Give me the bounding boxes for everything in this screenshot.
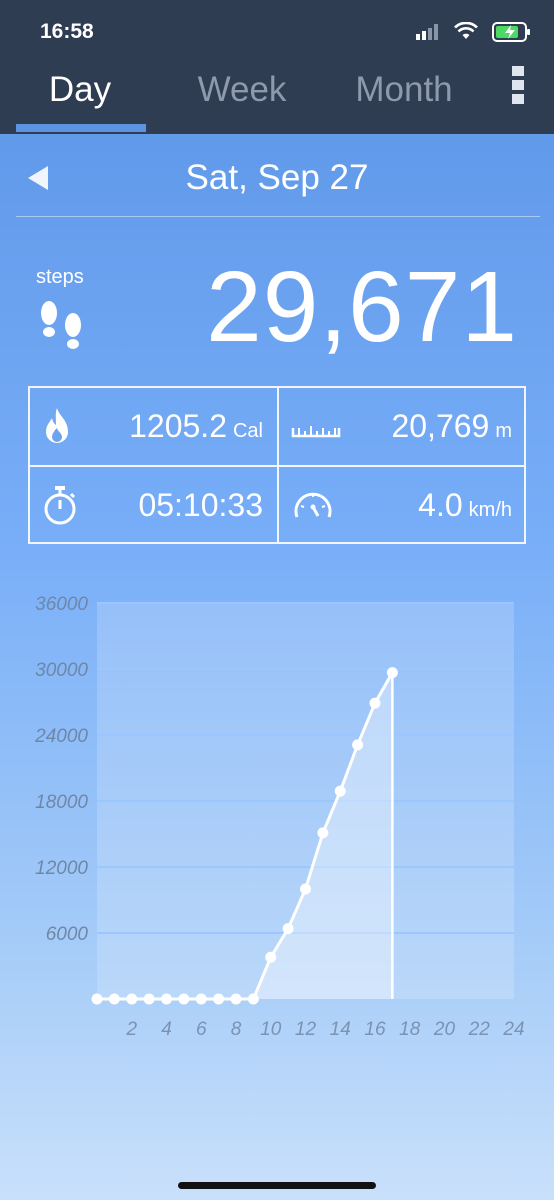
y-tick-label: 30000 [35,660,88,681]
x-tick-label: 6 [196,1019,207,1040]
chart-data-point [178,993,190,1005]
chart-data-point [195,993,207,1005]
duration-value: 05:10:33 [138,487,263,523]
x-tick-label: 20 [433,1019,456,1040]
calories-cell: 1205.2 Cal [30,388,277,465]
steps-chart: 36000300002400018000120006000 2 4 6 8 10 12 14… [34,594,524,1040]
chart-data-point [126,993,138,1005]
chart-data-point [282,923,294,935]
calories-unit: Cal [232,420,263,442]
y-tick-label: 6000 [46,924,89,945]
chart-data-point [265,951,277,963]
x-tick-label: 24 [502,1019,524,1040]
stats-grid: 1205.2 Cal 20,769 m 05:10:33 4.0 km/h [28,386,526,544]
more-menu-icon[interactable] [512,66,526,108]
x-tick-label: 22 [468,1019,491,1040]
home-indicator [178,1182,376,1189]
tab-week[interactable]: Week [172,70,312,110]
chart-data-point [143,993,155,1005]
chart-data-point [108,993,120,1005]
date-label: Sat, Sep 27 [185,158,369,197]
speed-value: 4.0 [418,487,463,523]
x-tick-label: 4 [161,1019,172,1040]
steps-label: steps [36,266,84,288]
y-tick-label: 36000 [35,594,88,615]
x-tick-label: 2 [125,1019,137,1040]
chart-data-point [91,993,103,1005]
signal-icon [416,24,438,40]
chart-data-point [247,993,259,1005]
x-tick-label: 8 [231,1019,242,1040]
y-tick-label: 18000 [35,792,88,813]
chart-data-point [230,993,242,1005]
x-tick-label: 18 [399,1019,421,1040]
footprints-icon [41,301,81,349]
chart-data-point [369,697,381,709]
status-time: 16:58 [40,20,94,43]
chart-data-point [317,827,329,839]
y-tick-label: 24000 [34,726,88,747]
date-navigator: Sat, Sep 27 [0,134,554,218]
duration-cell: 05:10:33 [30,467,277,544]
speedometer-icon [294,492,332,518]
chart-data-point [352,739,364,751]
active-tab-indicator [16,124,146,132]
x-tick-label: 14 [330,1019,351,1040]
x-tick-label: 12 [295,1019,317,1040]
tab-bar: Day Week Month [0,56,554,134]
tab-day[interactable]: Day [10,70,150,110]
speed-cell: 4.0 km/h [279,467,526,544]
ruler-icon [291,426,341,438]
chart-data-point [161,993,172,1005]
steps-count: 29,671 [206,251,518,363]
distance-cell: 20,769 m [279,388,526,465]
x-tick-label: 16 [364,1019,386,1040]
chart-data-point [213,993,225,1005]
wifi-icon [454,22,478,39]
chart-data-point [386,667,398,679]
flame-icon [46,408,68,443]
chart-data-point [334,785,346,797]
divider [16,216,540,217]
stopwatch-icon [44,486,76,525]
status-bar: 16:58 [0,0,554,56]
calories-value: 1205.2 [129,408,227,444]
chart-data-point [300,883,311,895]
y-tick-label: 12000 [35,858,88,879]
tab-month[interactable]: Month [334,70,474,110]
x-tick-label: 10 [260,1019,282,1040]
distance-unit: m [495,420,512,442]
battery-icon [492,22,530,42]
speed-unit: km/h [468,499,512,521]
distance-value: 20,769 [391,408,490,444]
